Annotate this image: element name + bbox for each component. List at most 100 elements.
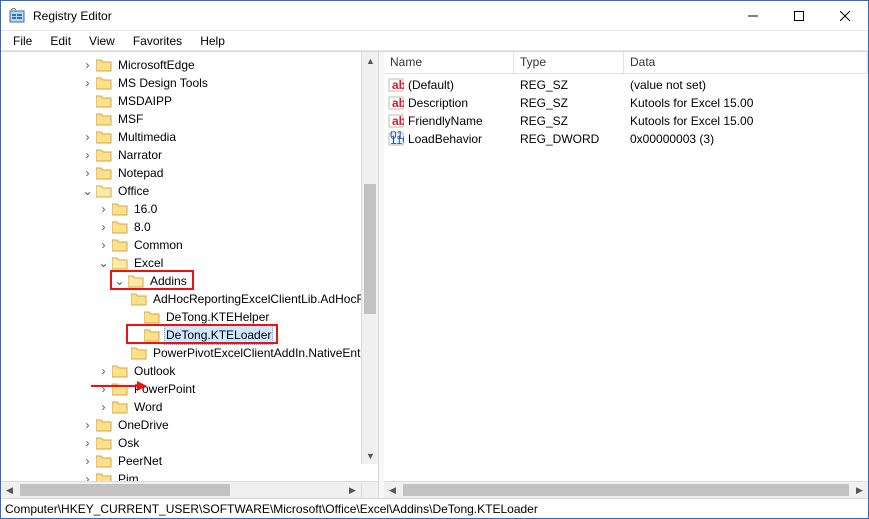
registry-tree[interactable]: › MicrosoftEdge›MS Design ToolsMSDAIPPMSF… [1,52,378,481]
value-data: Kutools for Excel 15.00 [624,114,868,128]
tree-item[interactable]: › OneDrive [5,416,378,434]
tree-item[interactable]: ›Osk [5,434,378,452]
tree-item[interactable]: ›Narrator [5,146,378,164]
tree-item[interactable]: ⌄Office [5,182,378,200]
collapse-icon[interactable]: ⌄ [113,272,126,290]
menu-help[interactable]: Help [192,32,233,50]
value-row[interactable]: abDescriptionREG_SZKutools for Excel 15.… [384,94,868,112]
scroll-left-icon[interactable]: ◀ [1,482,18,499]
tree-pane: › MicrosoftEdge›MS Design ToolsMSDAIPPMSF… [1,52,379,498]
tree-item-label: MicrosoftEdge [116,56,197,74]
col-header-data[interactable]: Data [624,52,868,73]
tree-item[interactable]: ›PeerNet [5,452,378,470]
tree-item[interactable]: MSDAIPP [5,92,378,110]
collapse-icon[interactable]: ⌄ [97,254,110,272]
expand-icon[interactable]: › [81,452,94,470]
list-header[interactable]: Name Type Data [384,52,868,74]
col-header-type[interactable]: Type [514,52,624,73]
scroll-up-icon[interactable]: ▲ [362,52,378,69]
tree-vscrollbar[interactable]: ▲ ▼ [361,52,378,464]
tree-item[interactable]: ›Word [5,398,378,416]
tree-item-label: Pim [116,470,141,481]
scroll-right-icon[interactable]: ▶ [851,482,868,499]
folder-icon [96,59,112,72]
scroll-thumb[interactable] [364,184,376,314]
folder-icon [112,239,128,252]
minimize-button[interactable] [730,1,776,31]
tree-item[interactable]: ⌄Excel [5,254,378,272]
expand-icon[interactable]: › [97,218,110,236]
hscroll-thumb[interactable] [20,484,230,496]
value-row[interactable]: ab(Default)REG_SZ(value not set) [384,76,868,94]
expand-icon[interactable]: › [81,164,94,182]
expand-icon[interactable]: › [81,146,94,164]
expand-icon[interactable]: › [81,74,94,92]
scroll-down-icon[interactable]: ▼ [362,447,378,464]
hscroll-thumb[interactable] [403,484,849,496]
values-list[interactable]: ab(Default)REG_SZ(value not set)abDescri… [384,74,868,148]
expand-icon[interactable]: › [81,434,94,452]
tree-item[interactable]: ›Outlook [5,362,378,380]
expand-icon[interactable]: › [81,470,94,481]
tree-item[interactable]: DeTong.KTELoader [5,326,378,344]
tree-item-label: OneDrive [116,416,171,434]
expand-icon[interactable]: › [81,56,94,74]
folder-icon [144,329,160,342]
values-pane: Name Type Data ab(Default)REG_SZ(value n… [384,52,868,498]
tree-item[interactable]: › Pim [5,470,378,481]
string-value-icon: ab [388,113,404,129]
folder-icon [96,185,112,198]
expand-icon[interactable]: › [81,128,94,146]
tree-item[interactable]: ›Notepad [5,164,378,182]
tree-item-label: MSDAIPP [116,92,174,110]
tree-item[interactable]: ›MS Design Tools [5,74,378,92]
value-name: (Default) [408,78,454,92]
folder-icon [112,383,128,396]
menu-view[interactable]: View [81,32,123,50]
col-header-name[interactable]: Name [384,52,514,73]
tree-item[interactable]: › MicrosoftEdge [5,56,378,74]
tree-item[interactable]: MSF [5,110,378,128]
tree-item[interactable]: PowerPivotExcelClientAddIn.NativeEntry.1 [5,344,378,362]
folder-icon [131,347,147,360]
menu-edit[interactable]: Edit [42,32,79,50]
tree-item[interactable]: ›PowerPoint [5,380,378,398]
tree-item-label: AdHocReportingExcelClientLib.AdHocReport… [151,290,378,308]
expand-icon[interactable]: › [97,398,110,416]
titlebar: Registry Editor [1,1,868,31]
expand-icon[interactable]: › [97,380,110,398]
tree-item[interactable]: ›Common [5,236,378,254]
maximize-button[interactable] [776,1,822,31]
value-row[interactable]: 011110LoadBehaviorREG_DWORD0x00000003 (3… [384,130,868,148]
menu-file[interactable]: File [5,32,40,50]
tree-item[interactable]: ›16.0 [5,200,378,218]
tree-item[interactable]: ⌄Addins [5,272,378,290]
tree-item[interactable]: › 8.0 [5,218,378,236]
tree-item[interactable]: ›Multimedia [5,128,378,146]
statusbar: Computer\HKEY_CURRENT_USER\SOFTWARE\Micr… [1,498,868,518]
tree-item-label: DeTong.KTEHelper [164,308,271,326]
value-name: LoadBehavior [408,132,482,146]
tree-hscrollbar[interactable]: ◀ ▶ [1,481,378,498]
scroll-right-icon[interactable]: ▶ [344,482,361,499]
string-value-icon: ab [388,77,404,93]
value-row[interactable]: abFriendlyNameREG_SZKutools for Excel 15… [384,112,868,130]
folder-icon [96,419,112,432]
tree-item[interactable]: AdHocReportingExcelClientLib.AdHocReport… [5,290,378,308]
menu-favorites[interactable]: Favorites [125,32,190,50]
folder-icon [112,365,128,378]
expand-icon[interactable]: › [97,236,110,254]
tree-item[interactable]: DeTong.KTEHelper [5,308,378,326]
scroll-left-icon[interactable]: ◀ [384,482,401,499]
svg-text:110: 110 [390,133,404,147]
value-type: REG_DWORD [514,132,624,146]
menubar: File Edit View Favorites Help [1,31,868,51]
expand-icon[interactable]: › [97,362,110,380]
collapse-icon[interactable]: ⌄ [81,182,94,200]
tree-item-label: 8.0 [132,218,153,236]
value-type: REG_SZ [514,78,624,92]
list-hscrollbar[interactable]: ◀ ▶ [384,481,868,498]
expand-icon[interactable]: › [81,416,94,434]
expand-icon[interactable]: › [97,200,110,218]
close-button[interactable] [822,1,868,31]
